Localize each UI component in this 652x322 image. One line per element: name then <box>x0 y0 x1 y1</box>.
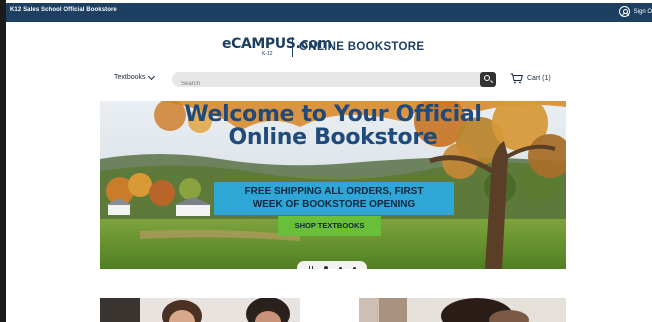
sign-in-link[interactable]: Sign O <box>618 6 652 17</box>
brand-header[interactable]: eCAMPUS.com K-12 ONLINE BOOKSTORE <box>222 36 424 58</box>
search-icon <box>484 75 490 81</box>
store-name: K12 Sales School Official Bookstore <box>10 7 117 13</box>
pause-icon[interactable] <box>308 265 313 269</box>
promo-card-1-image <box>100 298 300 322</box>
carousel-dot-2[interactable] <box>338 266 342 269</box>
promo-line-1: FREE SHIPPING ALL ORDERS, FIRST <box>244 186 424 197</box>
promo-card-2[interactable] <box>359 298 566 322</box>
search-button[interactable] <box>480 72 496 87</box>
chevron-down-icon <box>147 72 155 80</box>
hero-banner[interactable]: Welcome to Your Official Online Bookstor… <box>100 101 566 269</box>
hero-title-line-2: Online Bookstore <box>228 125 438 150</box>
promo-card-2-image <box>359 298 566 322</box>
search-bar <box>172 72 490 92</box>
shop-textbooks-button[interactable]: SHOP TEXTBOOKS <box>278 216 381 236</box>
logo-main-text: eCAMPUS.com <box>222 36 332 52</box>
promo-card-1[interactable] <box>100 298 300 322</box>
shipping-promo-banner: FREE SHIPPING ALL ORDERS, FIRST WEEK OF … <box>214 182 454 215</box>
sign-in-label: Sign O <box>633 8 652 15</box>
promo-line-2: WEEK OF BOOKSTORE OPENING <box>252 199 416 210</box>
textbooks-dropdown[interactable]: Textbooks <box>114 72 155 81</box>
window-left-edge <box>0 0 6 322</box>
carousel-dot-1[interactable] <box>323 266 328 269</box>
cart-icon <box>510 73 523 84</box>
user-circle-icon <box>618 6 630 17</box>
navigation-row: Textbooks Cart (1) <box>114 72 564 92</box>
cart-label: Cart (1) <box>527 75 551 82</box>
top-bar: K12 Sales School Official Bookstore Sign… <box>6 3 652 22</box>
logo-sub-text: K-12 <box>262 51 273 57</box>
textbooks-label: Textbooks <box>114 74 146 81</box>
carousel-dot-3[interactable] <box>352 266 356 269</box>
cart-link[interactable]: Cart (1) <box>510 73 551 84</box>
hero-title-line-1: Welcome to Your Official <box>184 102 482 127</box>
carousel-controls <box>297 261 367 269</box>
hero-title: Welcome to Your Official Online Bookstor… <box>100 103 566 149</box>
ecampus-logo[interactable]: eCAMPUS.com K-12 <box>222 36 332 58</box>
search-input[interactable] <box>172 76 462 92</box>
